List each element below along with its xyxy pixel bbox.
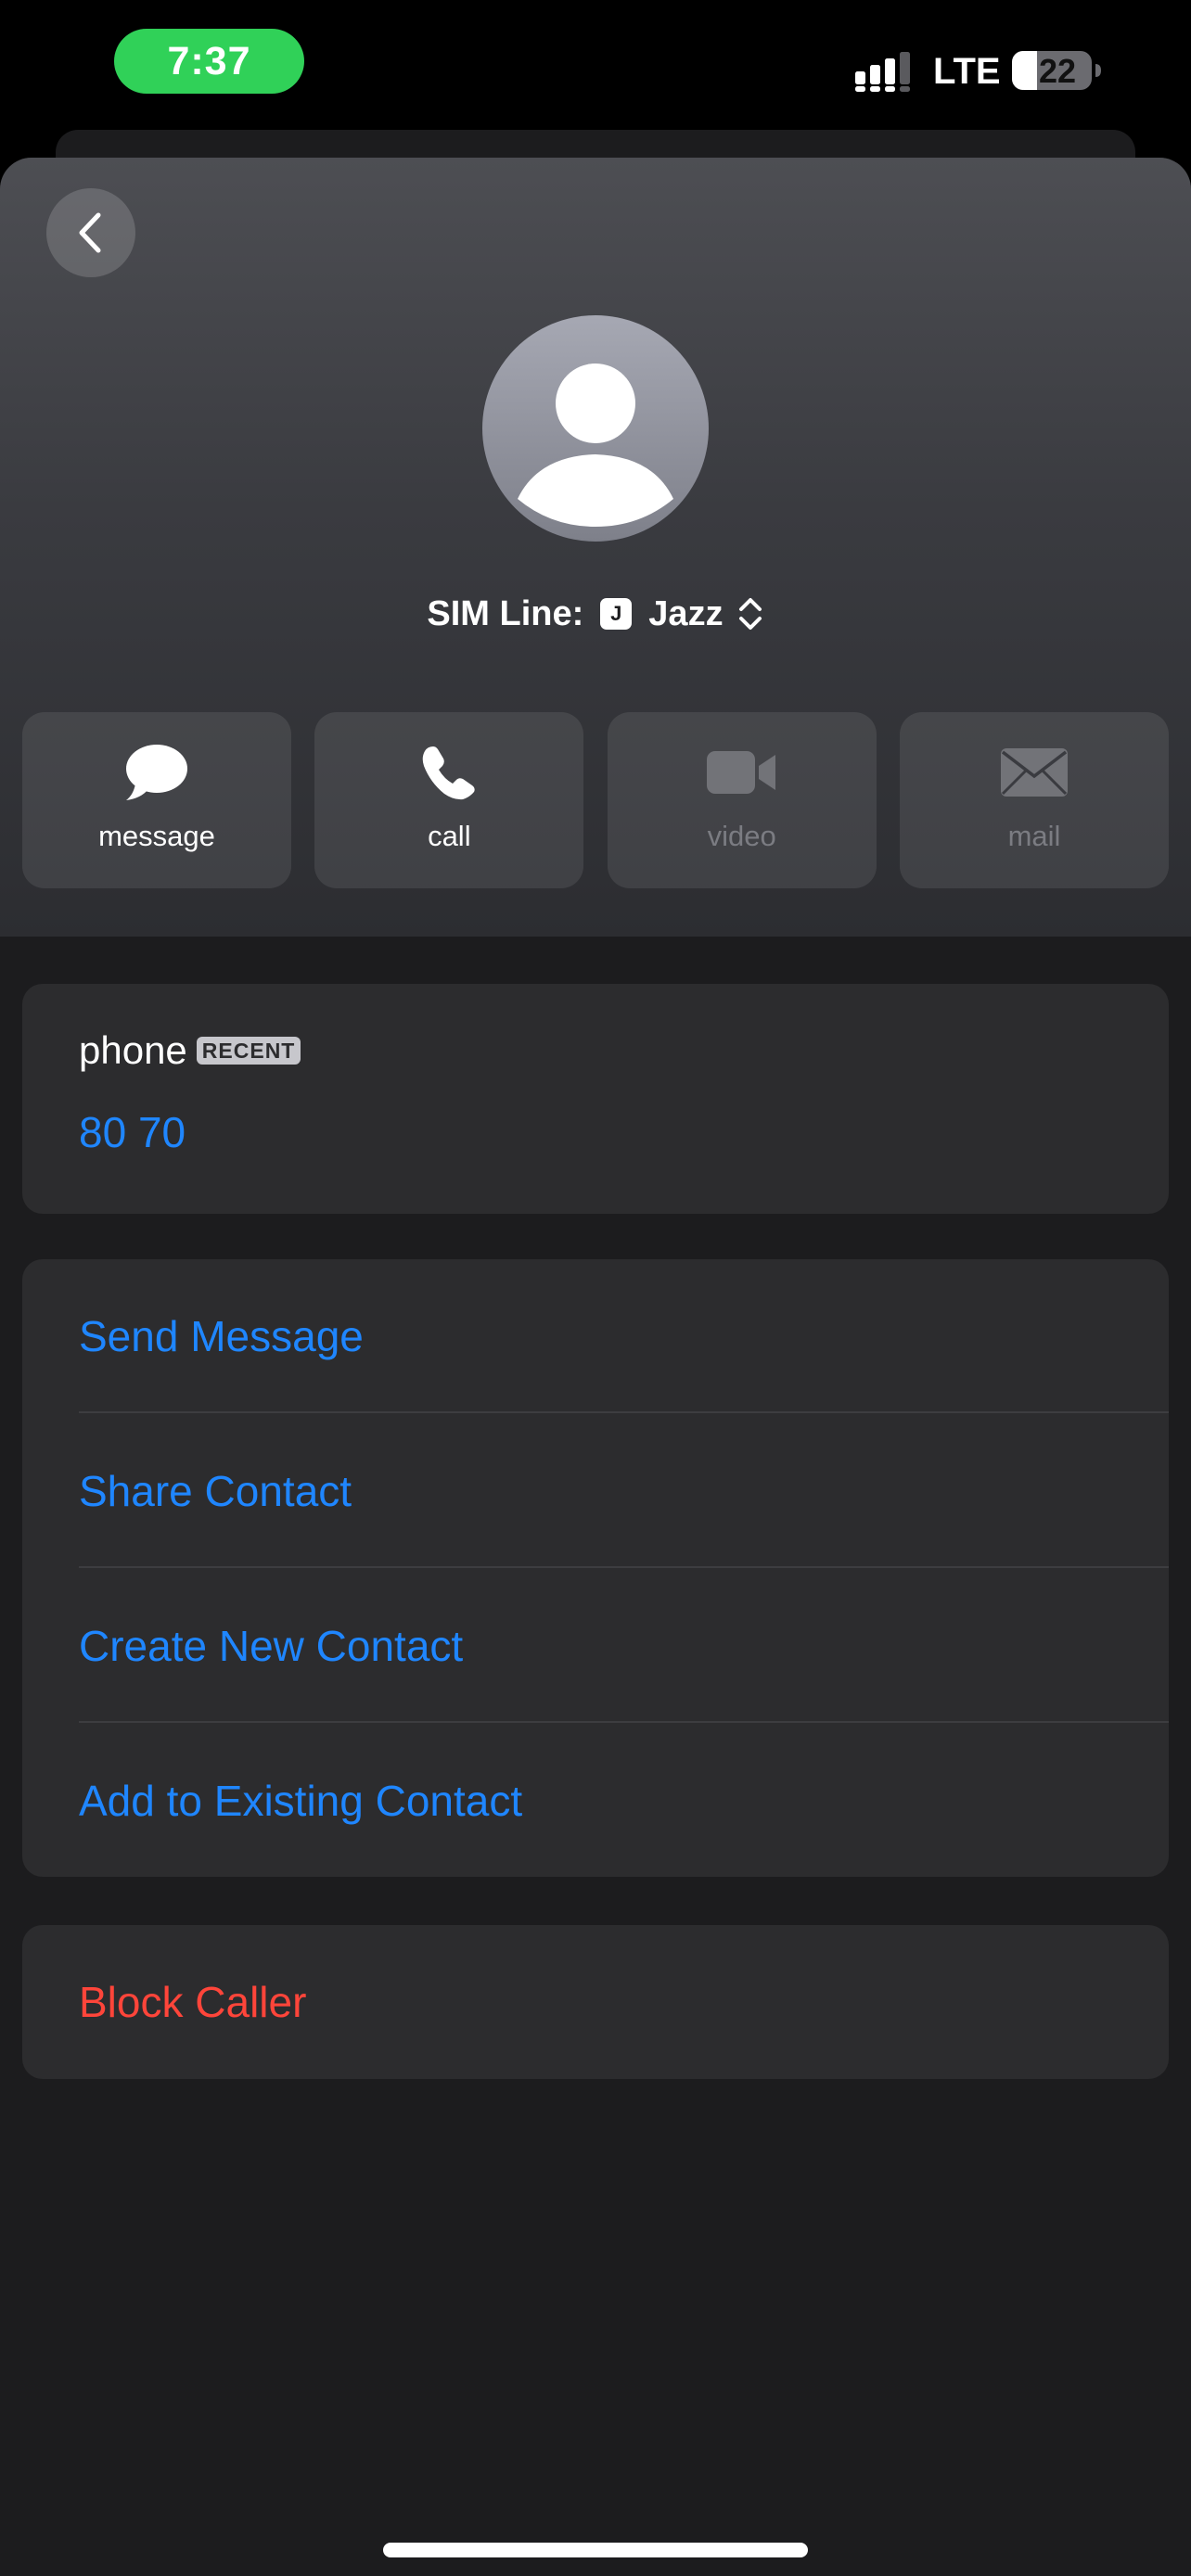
mail-action-label: mail [1007,820,1061,852]
sim-line-selector[interactable]: SIM Line: J Jazz [0,586,1191,642]
message-bubble-icon [126,745,187,800]
home-indicator[interactable] [383,2543,808,2557]
send-message-label: Send Message [79,1312,364,1360]
video-action-label: video [707,820,776,852]
recent-badge: RECENT [196,1037,301,1065]
block-caller-label: Block Caller [79,1978,307,2026]
create-new-contact-row[interactable]: Create New Contact [22,1569,1169,1723]
envelope-icon [1000,748,1068,797]
network-type-label: LTE [933,51,1001,92]
share-contact-row[interactable]: Share Contact [22,1414,1169,1568]
back-button[interactable] [46,188,135,277]
create-new-contact-label: Create New Contact [79,1622,464,1670]
phone-number-link[interactable]: 80 70 [79,1107,186,1157]
chevron-left-icon [79,212,101,253]
video-action-button[interactable]: video [607,712,877,888]
call-action-label: call [428,820,471,852]
add-to-existing-contact-row[interactable]: Add to Existing Contact [22,1724,1169,1877]
share-contact-label: Share Contact [79,1467,352,1515]
video-camera-icon [706,751,775,794]
sim-carrier-label: Jazz [648,593,724,633]
chevron-up-down-icon [738,598,762,630]
mail-action-button[interactable]: mail [899,712,1169,888]
sim-line-label: SIM Line: [427,593,584,633]
block-caller-row[interactable]: Block Caller [22,1925,1169,2079]
contact-sheet: SIM Line: J Jazz message call video mail… [0,158,1191,2576]
message-action-label: message [98,820,215,852]
status-time[interactable]: 7:37 [114,29,304,94]
send-message-row[interactable]: Send Message [22,1259,1169,1413]
message-action-button[interactable]: message [22,712,291,888]
block-caller-card: Block Caller [22,1925,1169,2079]
phone-icon [423,746,475,800]
cellular-signal-icon [855,52,910,92]
person-silhouette-icon [518,363,673,527]
phone-card: phone RECENT 80 70 [22,984,1169,1214]
contact-avatar[interactable] [482,315,709,542]
call-action-button[interactable]: call [314,712,584,888]
sim-badge: J [600,598,633,630]
contact-header: SIM Line: J Jazz message call video mail [0,158,1191,937]
contact-detail-screen: 7:37 LTE 22 SIM Line: J Jazz message cal… [0,0,1191,2576]
add-to-existing-contact-label: Add to Existing Contact [79,1777,523,1825]
battery-level-label: 22 [1038,52,1077,90]
phone-label: phone [79,1028,187,1072]
contact-actions-card: Send Message Share Contact Create New Co… [22,1259,1169,1877]
quick-actions: message call video mail [22,712,1169,888]
phone-label-row: phone RECENT [79,1028,301,1073]
status-bar: 7:37 LTE 22 [0,0,1191,130]
